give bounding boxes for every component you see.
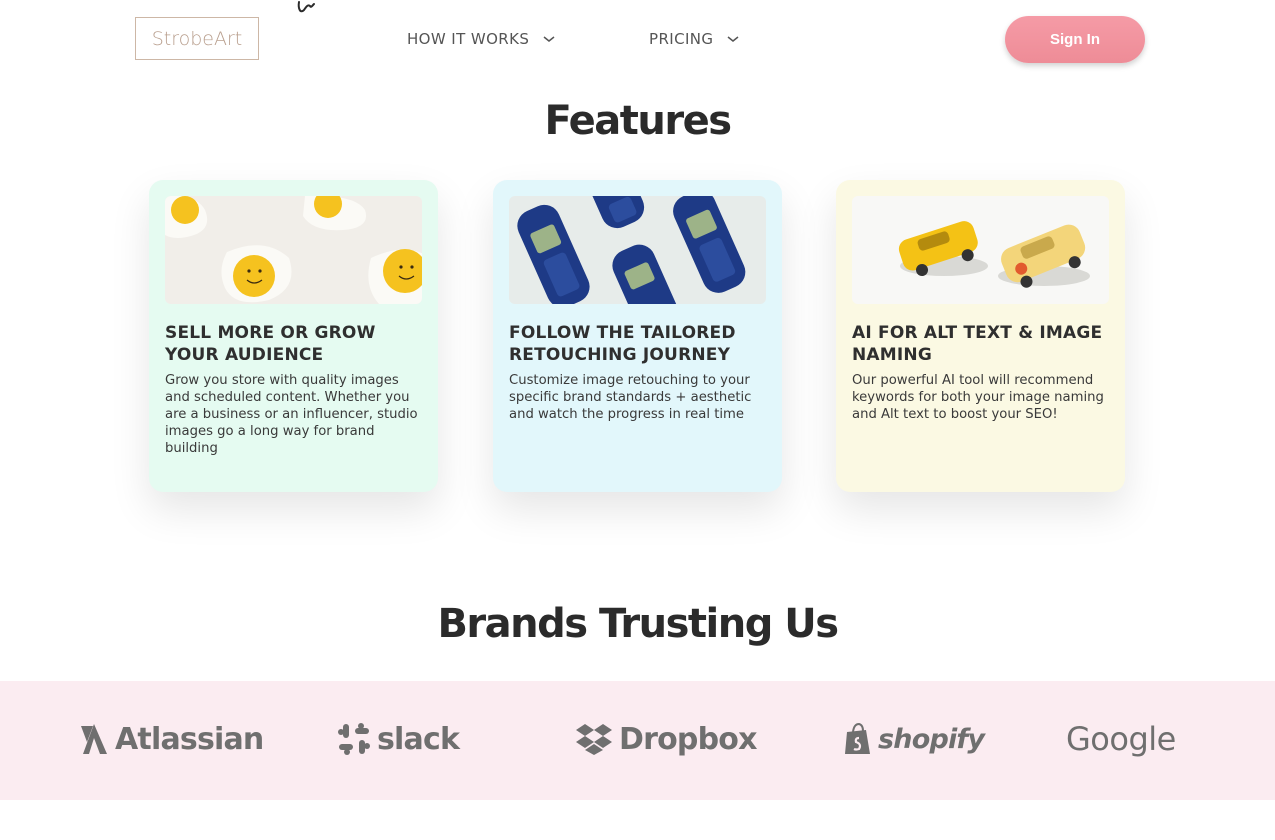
google-wordmark: Google [1066,720,1176,758]
feature-card-description: Customize image retouching to your speci… [509,373,752,422]
feature-card-title: AI FOR ALT TEXT & IMAGE NAMING [852,323,1103,365]
dropbox-brand: Dropbox [575,717,757,761]
atlassian-logo-icon [81,724,107,754]
decorative-squiggle-icon [297,1,315,13]
toy-cars-photo [852,196,1109,304]
chevron-down-icon [543,36,555,42]
nav-pricing[interactable]: PRICING [649,30,739,48]
nav-how-it-works[interactable]: HOW IT WORKS [407,30,555,48]
feature-card-ai-alt-text: AI FOR ALT TEXT & IMAGE NAMING Our power… [836,180,1125,492]
feature-card-title: FOLLOW THE TAILORED RETOUCHING JOURNEY [509,323,736,365]
dropbox-logo-icon [576,724,612,755]
shopify-bag-icon [845,722,870,754]
mobile-phones-photo [509,196,766,304]
brands-heading: Brands Trusting Us [437,601,839,647]
chevron-down-icon [727,36,739,42]
slack-logo-icon [338,723,370,755]
dropbox-wordmark: Dropbox [619,721,757,757]
sign-in-button[interactable]: Sign In [1005,16,1145,63]
logo-text: StrobeArt [151,27,243,50]
shopify-wordmark: shopify [878,723,985,755]
slack-brand: slack [337,717,460,761]
nav-pricing-label: PRICING [649,30,714,48]
nav-how-it-works-label: HOW IT WORKS [407,30,530,48]
fried-eggs-photo [165,196,422,304]
site-header: StrobeArt HOW IT WORKS PRICING Sign In [0,0,1275,80]
strobeart-logo[interactable]: StrobeArt [135,17,259,60]
feature-card-retouching: FOLLOW THE TAILORED RETOUCHING JOURNEY C… [493,180,782,492]
feature-card-description: Our powerful AI tool will recommend keyw… [852,373,1104,422]
shopify-brand: shopify [844,717,985,761]
google-brand: Google [1066,717,1176,761]
feature-card-sell-more: SELL MORE OR GROW YOUR AUDIENCE Grow you… [149,180,438,492]
atlassian-wordmark: Atlassian [115,721,264,757]
features-heading: Features [544,98,732,144]
feature-card-description: Grow you store with quality images and s… [165,373,418,456]
slack-wordmark: slack [377,721,460,757]
feature-card-title: SELL MORE OR GROW YOUR AUDIENCE [165,323,376,365]
atlassian-brand: Atlassian [79,717,264,761]
brands-logo-strip: Atlassian slack Dropbox shopify Google [0,681,1275,800]
